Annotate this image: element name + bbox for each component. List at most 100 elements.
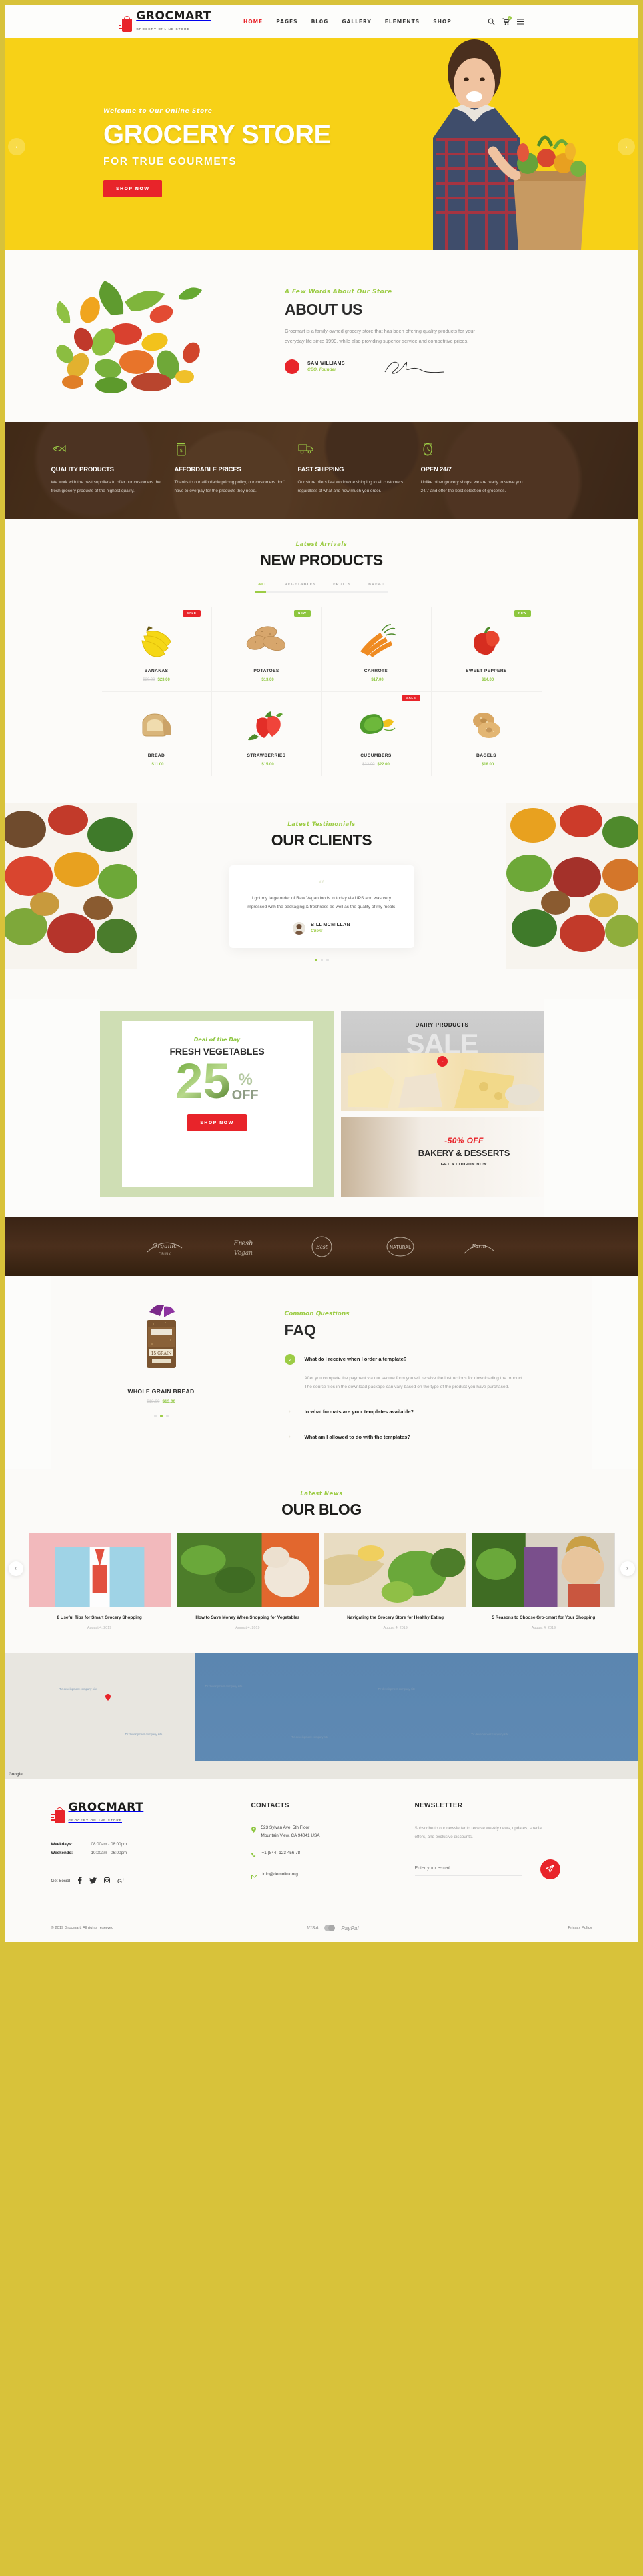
deal-percent-symbol: % — [238, 1071, 253, 1089]
bakery-title: BAKERY & DESSERTS — [418, 1147, 510, 1158]
dot-1[interactable] — [153, 1414, 157, 1417]
product-badge: SALE — [182, 609, 201, 617]
brand-logo-organic-drink[interactable]: Organic DRINK — [141, 1233, 189, 1260]
footer-logo-tagline: GROCERY ONLINE STORE — [68, 1819, 122, 1823]
blog-card[interactable]: How to Save Money When Shopping for Vege… — [176, 1533, 319, 1630]
product-filter-tabs[interactable]: ALL VEGETABLES FRUITS BREAD — [5, 583, 638, 587]
dot-2[interactable] — [159, 1414, 163, 1417]
faq-product-pagination-dots[interactable] — [51, 1414, 271, 1417]
blog-title-1: 8 Useful Tips for Smart Grocery Shopping — [57, 1615, 142, 1620]
product-name: POTATOES — [253, 668, 279, 673]
product-card[interactable]: BREAD $11.00 — [102, 691, 212, 776]
dot-1[interactable] — [314, 958, 317, 961]
blog-title-2: How to Save Money When Shopping for Vege… — [195, 1615, 300, 1620]
google-plus-icon[interactable]: G+ — [117, 1878, 125, 1885]
deal-discount-number: 25 — [175, 1053, 231, 1109]
hero-shop-now-button[interactable]: SHOP NOW — [103, 180, 163, 197]
newsletter-email-input[interactable] — [414, 1862, 522, 1876]
product-card[interactable]: CARROTS $17.00 — [321, 607, 432, 692]
testimonial-pagination-dots[interactable] — [5, 958, 638, 961]
blog-next-arrow[interactable]: › — [620, 1561, 635, 1576]
brand-logo-best-quality[interactable]: Best — [298, 1233, 346, 1260]
blog-card[interactable]: 5 Reasons to Choose Gro-cmart for Your S… — [472, 1533, 615, 1630]
nav-item-shop[interactable]: SHOP — [433, 19, 452, 25]
hamburger-menu-icon[interactable] — [516, 19, 524, 25]
filter-all[interactable]: ALL — [258, 583, 267, 587]
filter-fruits[interactable]: FRUITS — [333, 583, 351, 587]
about-title: ABOUT US — [285, 301, 362, 318]
brand-logo-fresh-vegan[interactable]: Fresh Vegan — [219, 1233, 267, 1260]
phone-icon — [251, 1849, 257, 1861]
dot-2[interactable] — [320, 958, 323, 961]
nav-item-gallery[interactable]: GALLERY — [342, 19, 371, 25]
filter-progress-bar[interactable] — [255, 591, 388, 593]
blog-card[interactable]: 8 Useful Tips for Smart Grocery Shopping… — [28, 1533, 171, 1630]
send-icon — [546, 1865, 554, 1873]
nav-item-blog[interactable]: BLOG — [311, 19, 329, 25]
faq-title: FAQ — [284, 1321, 316, 1339]
copyright-text: © 2019 Grocmart. All rights reserved — [51, 1926, 114, 1931]
nav-item-pages[interactable]: PAGES — [276, 19, 297, 25]
cart-icon[interactable]: 2 — [502, 15, 512, 25]
search-icon[interactable] — [488, 18, 495, 25]
site-header: GROCMART GROCERY ONLINE STORE HOME PAGES… — [5, 5, 638, 38]
email-address[interactable]: info@demolink.org — [263, 1871, 298, 1879]
svg-text:$: $ — [179, 448, 182, 453]
map-pin-icon[interactable] — [105, 1694, 111, 1701]
map-label: TV development company site — [291, 1735, 329, 1739]
filter-vegetables[interactable]: VEGETABLES — [285, 583, 316, 587]
site-logo[interactable]: GROCMART GROCERY ONLINE STORE — [119, 10, 211, 33]
faq-item[interactable]: › What am I allowed to do with the templ… — [285, 1432, 551, 1443]
product-card[interactable]: NEW SWEET PEPPERS $14.00 — [431, 607, 542, 692]
location-map[interactable]: TV development company site TV developme… — [5, 1653, 638, 1780]
bakery-desserts-banner[interactable]: -50% OFF BAKERY & DESSERTS GET A COUPON … — [340, 1117, 544, 1197]
deal-of-the-day-banner[interactable]: Deal of the Day FRESH VEGETABLES 25 % OF… — [99, 1010, 334, 1197]
dot-3[interactable] — [326, 958, 329, 961]
product-card[interactable]: SALE CUCUMBERS $32.00 $22.00 — [322, 691, 432, 776]
dairy-arrow-button[interactable]: → — [436, 1055, 448, 1067]
product-card[interactable]: NEW POTATOES $13.00 — [211, 607, 322, 692]
blog-title: OUR BLOG — [281, 1500, 362, 1518]
chevron-right-icon[interactable]: › — [285, 1432, 295, 1443]
svg-text:Vegan: Vegan — [234, 1250, 253, 1257]
deal-shop-now-button[interactable]: SHOP NOW — [187, 1114, 247, 1132]
nav-item-home[interactable]: HOME — [243, 19, 263, 25]
brand-logo-natural-food[interactable]: NATURAL — [376, 1233, 424, 1260]
hours-weekends-label: Weekends: — [51, 1851, 73, 1856]
testimonial-role: Client — [311, 929, 323, 934]
testimonial-card: “ I got my large order of Raw Vegan food… — [229, 865, 414, 948]
product-card[interactable]: STRAWBERRIES $15.00 — [212, 691, 322, 776]
faq-item[interactable]: › In what formats are your templates ava… — [285, 1407, 551, 1417]
filter-bread[interactable]: BREAD — [368, 583, 385, 587]
faq-item[interactable]: ⌄ What do I receive when I order a templ… — [284, 1353, 551, 1365]
privacy-policy-link[interactable]: Privacy Policy — [415, 1926, 592, 1930]
dairy-products-banner[interactable]: SALE DAIRY PRODUCTS → — [340, 1010, 544, 1111]
product-image-strawberries — [217, 704, 316, 745]
twitter-icon[interactable] — [89, 1877, 97, 1885]
paypal-icon: PayPal — [341, 1925, 359, 1931]
about-arrow-button[interactable]: → — [285, 359, 299, 374]
newsletter-submit-button[interactable] — [540, 1859, 560, 1879]
svg-text:Best: Best — [315, 1244, 328, 1250]
feature-card: FAST SHIPPING Our store offers fast worl… — [298, 442, 421, 496]
blog-card[interactable]: Navigating the Grocery Store for Healthy… — [324, 1533, 467, 1630]
dot-3[interactable] — [165, 1414, 169, 1417]
facebook-icon[interactable] — [77, 1877, 82, 1885]
phone-number[interactable]: +1 (844) 123 456 78 — [262, 1849, 301, 1857]
chevron-right-icon[interactable]: › — [285, 1407, 295, 1417]
product-name: BANANAS — [144, 668, 169, 673]
instagram-icon[interactable] — [104, 1877, 111, 1885]
address-line-1: 523 Sylvan Ave, 5th Floor — [261, 1825, 310, 1831]
email-icon — [251, 1871, 257, 1883]
visa-icon: VISA — [307, 1925, 319, 1931]
main-navigation[interactable]: HOME PAGES BLOG GALLERY ELEMENTS SHOP — [243, 19, 452, 25]
nav-item-elements[interactable]: ELEMENTS — [385, 19, 420, 25]
chevron-down-icon[interactable]: ⌄ — [284, 1353, 295, 1365]
about-eyebrow: A Few Words About Our Store — [285, 289, 392, 295]
brand-logo-farm-market[interactable]: Farm — [455, 1233, 503, 1260]
product-card[interactable]: BAGELS $18.00 — [432, 692, 542, 776]
blog-prev-arrow[interactable]: ‹ — [8, 1561, 23, 1576]
bakery-coupon-link[interactable]: GET A COUPON NOW — [394, 1163, 534, 1167]
footer-logo[interactable]: GROCMART GROCERY ONLINE STORE — [51, 1802, 251, 1824]
product-card[interactable]: SALE BANANAS $30.00 $23.00 — [101, 607, 212, 692]
